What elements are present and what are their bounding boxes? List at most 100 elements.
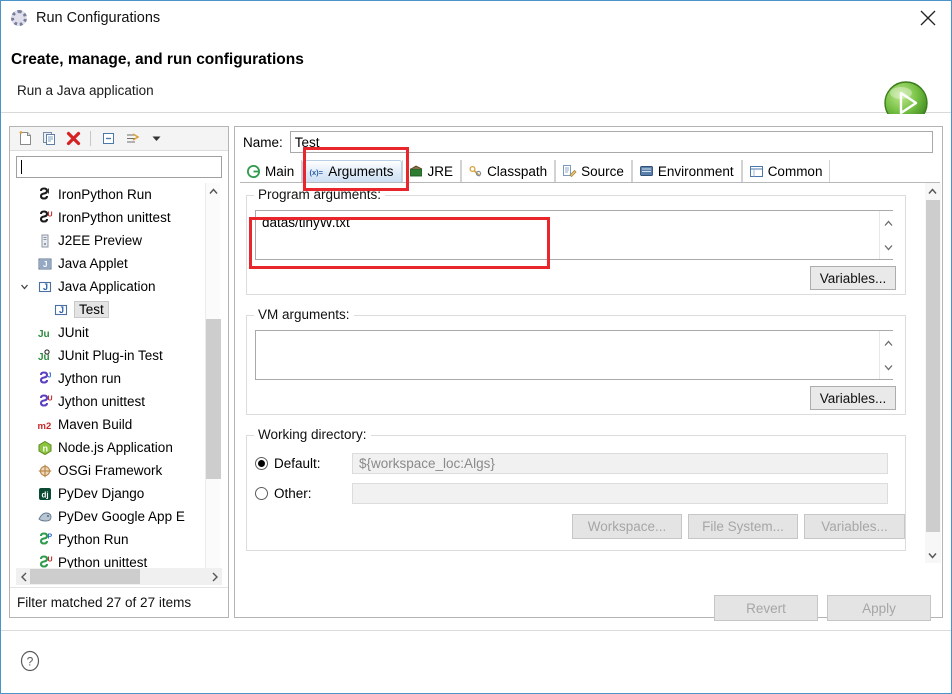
classpath-tab-icon [468,164,483,179]
tree-vertical-scrollbar[interactable] [205,183,221,581]
apply-button[interactable]: Apply [827,595,931,621]
filter-input[interactable] [16,156,222,178]
panel-scroll-up-icon[interactable] [925,183,940,199]
revert-button[interactable]: Revert [714,595,818,621]
pydev-django-icon: dj [36,486,53,502]
program-arguments-variables-button[interactable]: Variables... [810,266,896,290]
launch-configuration-tree[interactable]: I IronPython Run U IronPython unittest J2EE … [16,183,222,581]
program-arguments-input[interactable]: datas/tinyW.txt [255,210,893,260]
tree-item-node-js-application[interactable]: n Node.js Application [16,436,222,459]
tree-item-label: OSGi Framework [58,463,163,478]
tab-main[interactable]: Main [240,160,303,182]
working-directory-default-row: Default: ${workspace_loc:Algs} [255,450,895,476]
tab-label: Arguments [328,164,394,179]
tree-item-ironpython-unittest[interactable]: U IronPython unittest [16,206,222,229]
run-configurations-icon [10,9,28,27]
tab-environment[interactable]: Environment [631,160,742,182]
vm-arguments-input[interactable] [255,330,893,380]
tree-item-python-run[interactable]: P Python Run [16,528,222,551]
collapse-all-button[interactable] [98,129,118,149]
tree-item-label: Maven Build [58,417,133,432]
program-arguments-spinner[interactable] [879,211,896,259]
tree-item-pydev-google-app-e[interactable]: PyDev Google App E [16,505,222,528]
svg-text:J: J [47,372,51,379]
tree-hscroll-thumb[interactable] [30,569,140,584]
tab-common[interactable]: Common [741,160,831,182]
svg-text:U: U [47,556,52,563]
tab-label: Source [581,163,624,179]
tree-item-label: JUnit [58,325,89,340]
jython-test-icon: U [36,393,53,410]
tab-label: Common [767,163,823,179]
osgi-icon [36,463,53,479]
java-applet-icon: J [36,256,53,272]
default-label: Default: [274,455,321,471]
tree-item-java-applet[interactable]: J Java Applet [16,252,222,275]
tree-item-junit[interactable]: Ju JUnit [16,321,222,344]
source-tab-icon [562,164,577,179]
other-radio[interactable] [255,486,268,500]
jre-tab-icon [409,164,424,179]
toolbar-separator [90,131,91,146]
tree-item-j2ee-preview[interactable]: J2EE Preview [16,229,222,252]
tree-item-junit-plug-in-test[interactable]: Ju JUnit Plug-in Test [16,344,222,367]
tree-item-label: PyDev Google App E [58,509,185,524]
page-subtitle: Run a Java application [17,83,154,98]
duplicate-launch-configuration-button[interactable] [39,129,59,149]
view-menu-dropdown-button[interactable] [146,129,166,149]
svg-text:m2: m2 [37,421,51,432]
tree-item-jython-run[interactable]: J Jython run [16,367,222,390]
tree-item-osgi-framework[interactable]: OSGi Framework [16,459,222,482]
svg-text:?: ? [27,655,34,669]
jython-run-icon: J [36,370,53,387]
pydev-gae-icon [36,509,53,525]
close-icon[interactable] [905,1,951,35]
working-directory-variables-button[interactable]: Variables... [804,514,905,539]
panel-scroll-down-icon[interactable] [925,547,940,563]
tree-item-label: Node.js Application [58,440,173,455]
configuration-name-row: Name: [235,127,942,157]
dialog-footer: ? Run Close [1,630,951,693]
scroll-right-icon[interactable] [207,569,222,585]
new-launch-configuration-button[interactable] [15,129,35,149]
tab-label: Classpath [487,163,548,179]
workspace-button[interactable]: Workspace... [572,514,682,539]
page-title: Create, manage, and run configurations [11,51,304,68]
file-system-button[interactable]: File System... [688,514,798,539]
tree-item-pydev-django[interactable]: dj PyDev Django [16,482,222,505]
configuration-panel-scrollbar[interactable] [925,183,941,563]
tree-item-test[interactable]: J Test [16,298,222,321]
vm-arguments-variables-button[interactable]: Variables... [810,386,896,410]
svg-text:J: J [43,282,48,292]
working-directory-other-row: Other: [255,480,895,506]
scroll-left-icon[interactable] [16,569,31,585]
tab-jre[interactable]: JRE [401,160,462,182]
configuration-name-input[interactable] [289,131,933,153]
tree-item-java-application[interactable]: J Java Application [16,275,222,298]
filter-status-text: Filter matched 27 of 27 items [10,587,228,617]
tree-scroll-thumb[interactable] [206,319,221,479]
filter-launch-configurations-button[interactable] [122,129,142,149]
tree-toolbar [10,127,228,151]
tree-item-ironpython-run[interactable]: I IronPython Run [16,183,222,206]
scroll-up-icon[interactable] [206,183,221,199]
tree-horizontal-scrollbar[interactable] [16,568,222,585]
tree-item-label: Java Application [58,279,156,294]
delete-launch-configuration-button[interactable] [63,129,83,149]
default-radio[interactable] [255,456,268,470]
configuration-panel: Name: Main (x)= Arguments JRE Classpath Sourc… [234,126,943,621]
default-directory-value: ${workspace_loc:Algs} [352,452,888,474]
tree-item-jython-unittest[interactable]: U Jython unittest [16,390,222,413]
vm-arguments-spinner[interactable] [879,331,896,379]
expand-collapse-chevron-icon[interactable] [18,281,30,293]
svg-text:I: I [47,188,49,195]
tab-classpath[interactable]: Classpath [461,160,556,182]
help-icon[interactable]: ? [19,650,41,672]
other-directory-input[interactable] [352,482,888,504]
svg-text:dj: dj [41,490,48,499]
tree-item-maven-build[interactable]: m2 Maven Build [16,413,222,436]
panel-scroll-thumb[interactable] [926,200,940,532]
tab-arguments[interactable]: (x)= Arguments [302,160,402,182]
tab-source[interactable]: Source [555,160,632,182]
working-directory-label: Working directory: [254,427,371,442]
